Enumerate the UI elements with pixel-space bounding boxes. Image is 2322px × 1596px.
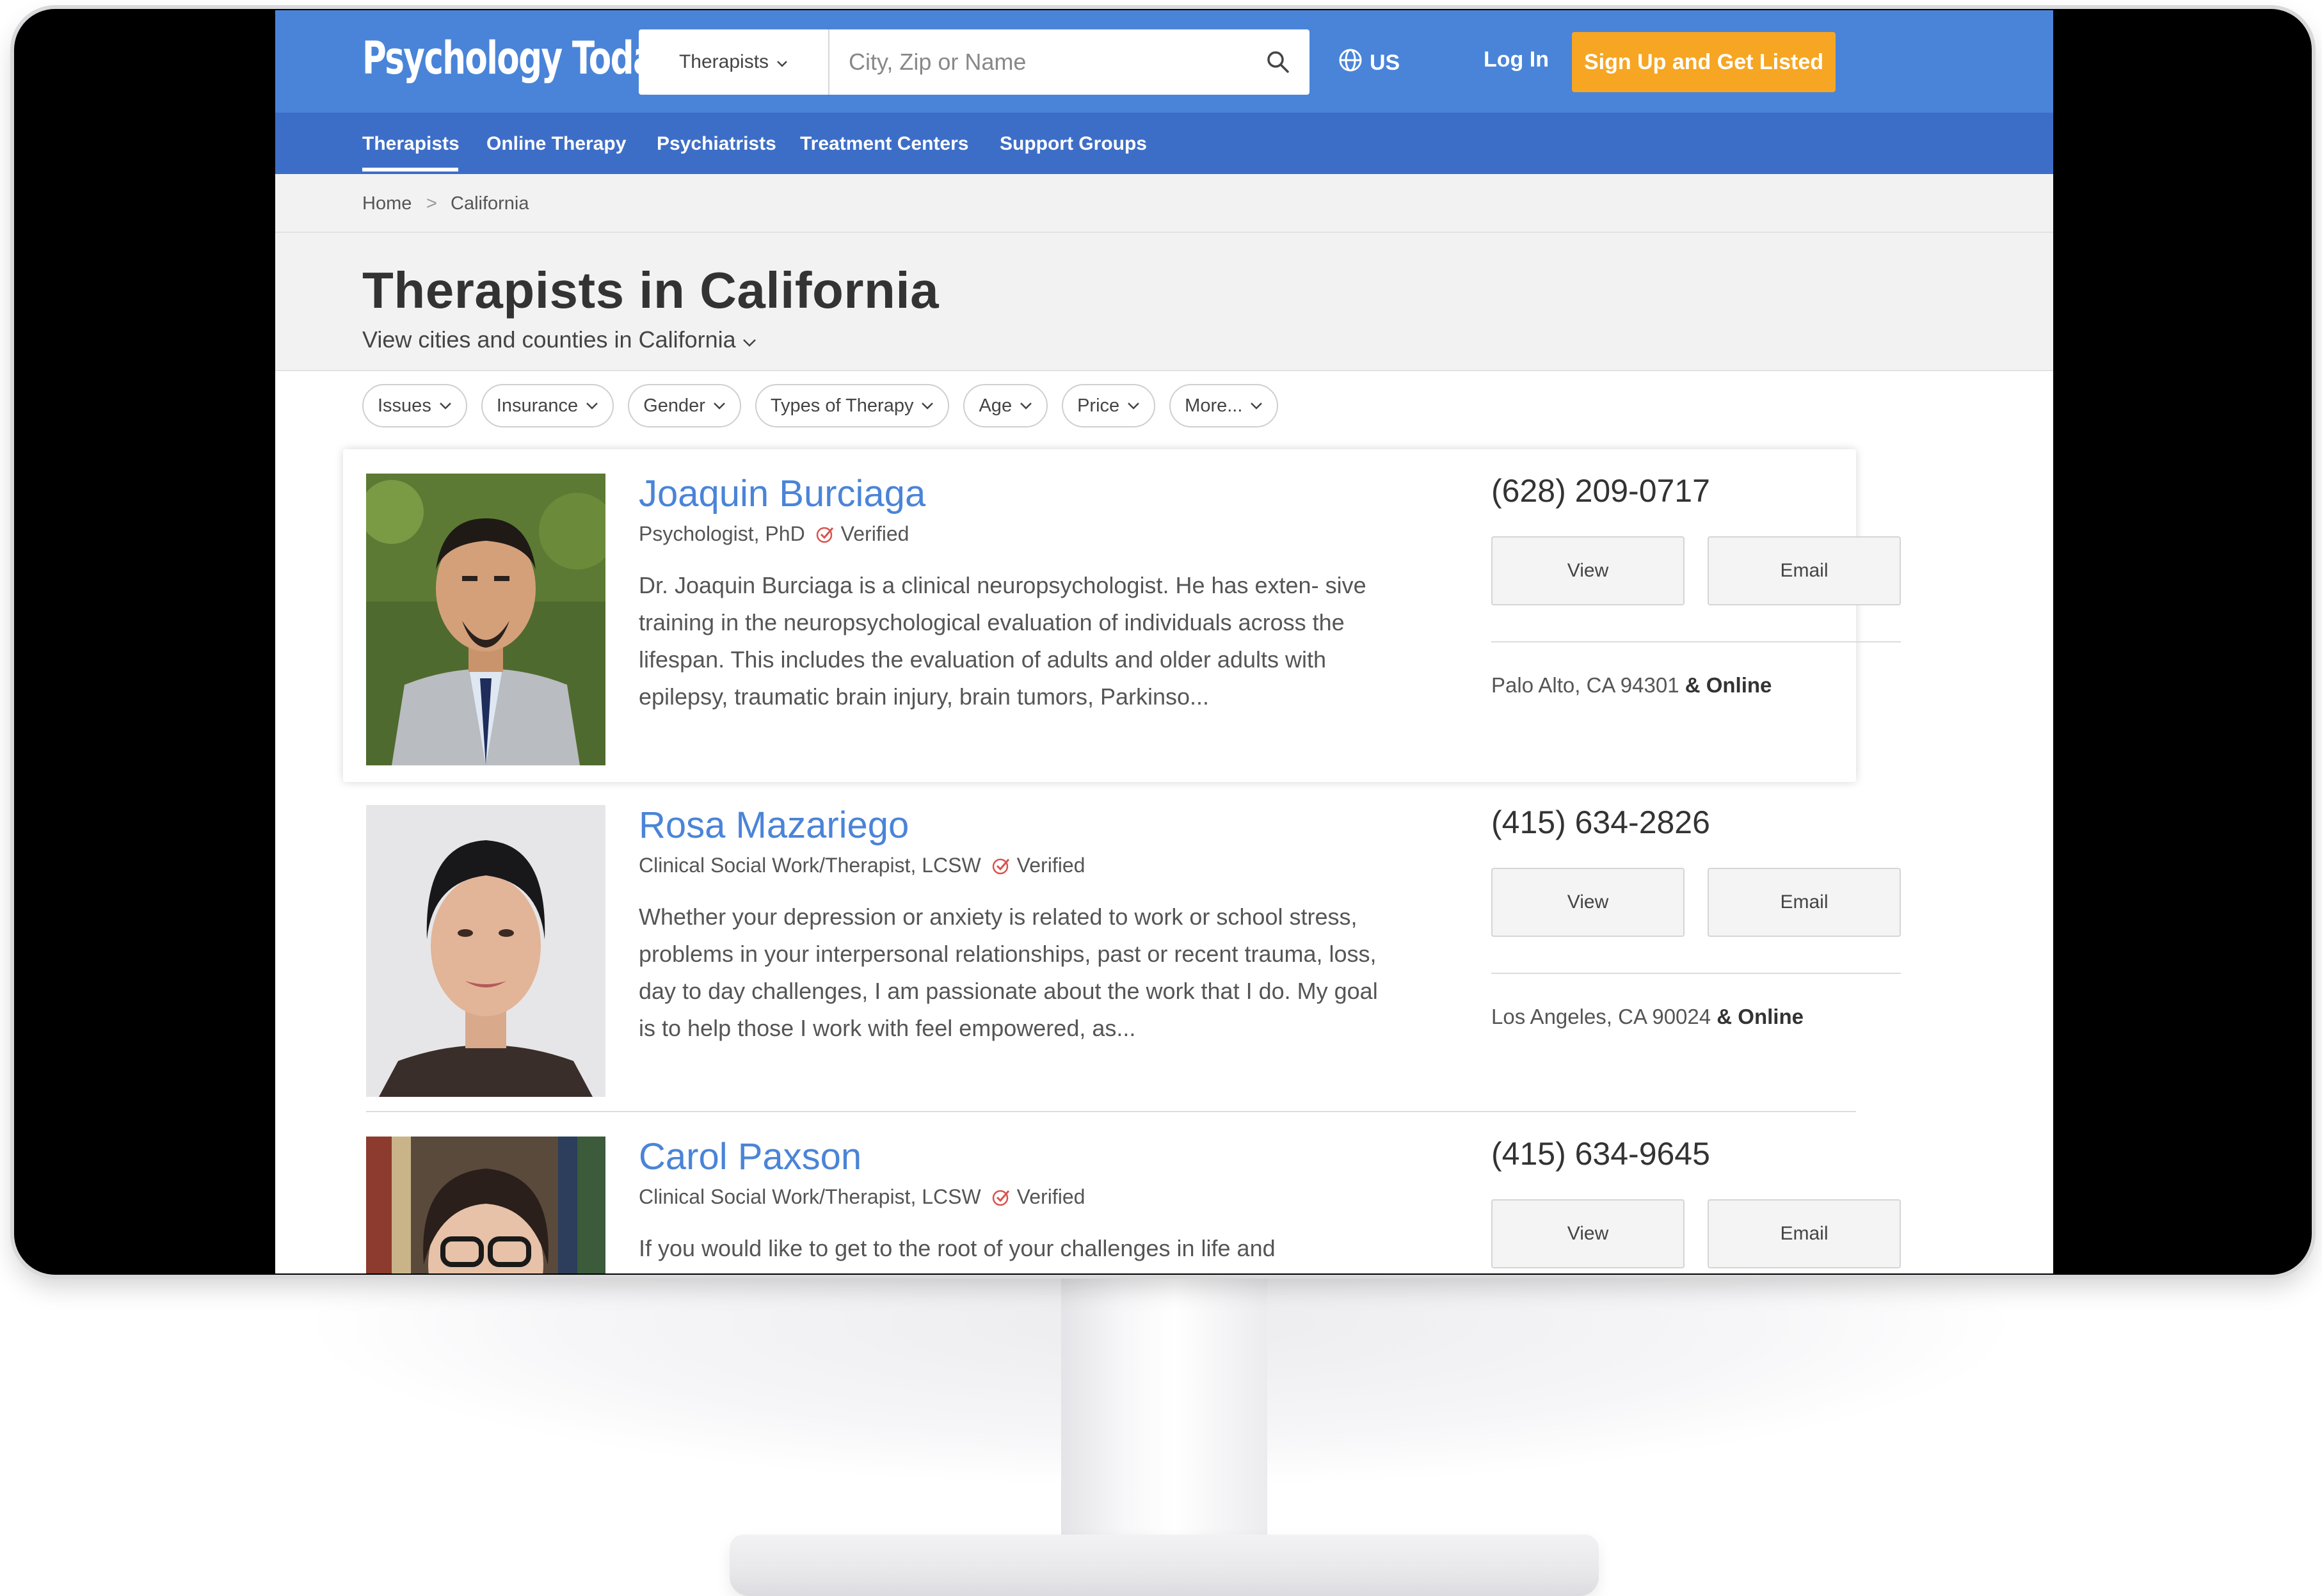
monitor-stand-base [730,1535,1599,1596]
phone-number[interactable]: (415) 634-2826 [1491,804,1710,841]
filter-more[interactable]: More... [1169,384,1279,427]
profile-photo[interactable] [366,1137,605,1273]
region-selector[interactable]: US [1338,47,1400,79]
chevron-down-icon [714,403,725,410]
therapist-name[interactable]: Joaquin Burciaga [639,472,925,515]
view-button[interactable]: View [1491,868,1685,937]
nav-active-indicator [362,168,458,172]
monitor-mockup: Psychology Today Therapists US [0,0,2322,1596]
credential-text: Clinical Social Work/Therapist, LCSW [639,854,981,877]
signup-button[interactable]: Sign Up and Get Listed [1572,32,1836,92]
online-label: & Online [1685,673,1772,697]
filter-issues[interactable]: Issues [362,384,467,427]
breadcrumb-current[interactable]: California [451,193,529,214]
verified-label: Verified [840,522,909,545]
filter-insurance[interactable]: Insurance [481,384,614,427]
location: Palo Alto, CA 94301 & Online [1491,673,1772,698]
nav-therapists[interactable]: Therapists [362,133,460,155]
chevron-down-icon [1251,403,1263,410]
verified-badge: Verified [991,1185,1085,1209]
view-button[interactable]: View [1491,536,1685,605]
verified-check-icon [992,1190,1009,1206]
filter-gender[interactable]: Gender [628,384,741,427]
filter-bar: Issues Insurance Gender Types of Therapy… [362,384,1279,427]
chevron-down-icon [776,51,788,73]
therapist-name[interactable]: Carol Paxson [639,1135,861,1178]
chevron-down-icon [922,403,934,410]
credential-text: Clinical Social Work/Therapist, LCSW [639,1185,981,1208]
search-icon[interactable] [1258,42,1298,82]
globe-icon [1338,47,1363,79]
search-input[interactable] [829,29,1245,95]
site-header: Psychology Today Therapists US [275,10,2053,113]
filter-types-of-therapy[interactable]: Types of Therapy [755,384,950,427]
cities-dropdown-link[interactable]: View cities and counties in California [362,326,757,353]
listing-card[interactable]: Joaquin Burciaga Psychologist, PhD Verif… [343,449,1901,782]
verified-badge: Verified [991,854,1085,877]
verified-check-icon [992,858,1009,874]
credential: Clinical Social Work/Therapist, LCSW Ver… [639,1185,1085,1209]
verified-label: Verified [1016,854,1085,877]
filter-label: Age [979,395,1013,416]
card-divider [1491,641,1901,642]
cities-link-label: View cities and counties in California [362,326,736,353]
page-header: Therapists in California View cities and… [275,233,2053,371]
therapist-bio: If you would like to get to the root of … [639,1235,1276,1261]
chevron-down-icon [1128,403,1140,410]
credential-text: Psychologist, PhD [639,522,805,545]
filter-label: Gender [643,395,705,416]
location: Los Angeles, CA 90024 & Online [1491,1005,1804,1029]
online-label: & Online [1717,1005,1804,1028]
credential: Psychologist, PhD Verified [639,522,909,546]
therapist-bio: Whether your depression or anxiety is re… [639,904,1378,1041]
breadcrumb-home[interactable]: Home [362,193,412,214]
listing-card[interactable]: Rosa Mazariego Clinical Social Work/Ther… [343,781,1901,1113]
email-button[interactable]: Email [1708,536,1901,605]
search-type-label: Therapists [678,51,769,72]
phone-number[interactable]: (415) 634-9645 [1491,1135,1710,1172]
listing-card[interactable]: Carol Paxson Clinical Social Work/Therap… [343,1112,1901,1273]
chevron-down-icon [1020,403,1032,410]
chevron-down-icon [586,403,598,410]
nav-support-groups[interactable]: Support Groups [1000,133,1147,155]
email-button[interactable]: Email [1708,1199,1901,1268]
login-link[interactable]: Log In [1484,47,1549,72]
main-nav: Therapists Online Therapy Psychiatrists … [275,113,2053,174]
therapist-name[interactable]: Rosa Mazariego [639,804,909,847]
profile-photo[interactable] [366,474,605,765]
page-title: Therapists in California [362,262,940,319]
chevron-down-icon [742,326,757,353]
filter-age[interactable]: Age [963,384,1048,427]
verified-check-icon [816,527,833,543]
breadcrumb-separator: > [426,193,437,214]
monitor-stand-neck [1061,1277,1267,1565]
search-type-dropdown[interactable]: Therapists [639,29,829,95]
browser-viewport: Psychology Today Therapists US [275,10,2053,1273]
nav-psychiatrists[interactable]: Psychiatrists [657,133,776,155]
view-button[interactable]: View [1491,1199,1685,1268]
credential: Clinical Social Work/Therapist, LCSW Ver… [639,854,1085,877]
email-button[interactable]: Email [1708,868,1901,937]
filter-label: Types of Therapy [770,395,914,416]
filter-label: Insurance [496,395,579,416]
filter-price[interactable]: Price [1062,384,1156,427]
location-address: Palo Alto, CA 94301 [1491,673,1679,697]
region-label: US [1370,51,1400,75]
filter-label: More... [1185,395,1243,416]
filter-label: Issues [378,395,431,416]
location-address: Los Angeles, CA 90024 [1491,1005,1711,1028]
nav-treatment-centers[interactable]: Treatment Centers [800,133,968,155]
search-bar: Therapists [639,29,1309,95]
filter-label: Price [1077,395,1120,416]
verified-label: Verified [1016,1185,1085,1208]
breadcrumb: Home > California [275,174,2053,233]
profile-photo[interactable] [366,805,605,1097]
chevron-down-icon [439,403,451,410]
site-logo[interactable]: Psychology Today [362,32,675,84]
therapist-bio: Dr. Joaquin Burciaga is a clinical neuro… [639,572,1366,710]
card-divider [1491,973,1901,974]
phone-number[interactable]: (628) 209-0717 [1491,472,1710,509]
verified-badge: Verified [815,522,909,546]
nav-online-therapy[interactable]: Online Therapy [486,133,626,155]
